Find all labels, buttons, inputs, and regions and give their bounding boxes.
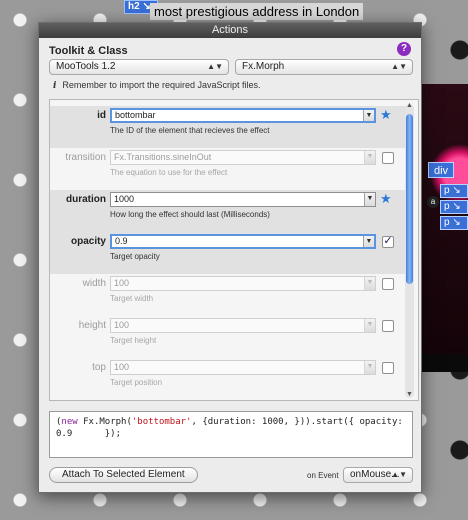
param-description: How long the effect should last (Millise…: [110, 210, 270, 219]
info-icon: i: [53, 81, 57, 91]
star-icon[interactable]: ★: [380, 191, 392, 207]
param-label: opacity: [70, 236, 106, 247]
p-tag-badge[interactable]: p ↘: [440, 184, 468, 198]
param-label: id: [97, 110, 106, 121]
param-row-duration: duration 1000 ▼ How long the effect should …: [50, 190, 406, 232]
dropdown-arrow-icon[interactable]: ▼: [364, 193, 375, 206]
param-transition-checkbox[interactable]: [382, 152, 394, 164]
updown-arrows-icon: ▲▼: [207, 62, 223, 71]
param-row-opacity: opacity 0.9 ▼ Target opacity ✓: [50, 232, 406, 274]
class-select[interactable]: Fx.Morph ▲▼: [235, 59, 413, 75]
scrollbar-thumb[interactable]: [406, 114, 413, 284]
star-icon[interactable]: ★: [380, 107, 392, 123]
param-description: The ID of the element that recieves the …: [110, 126, 270, 135]
dark-bar: [420, 354, 468, 372]
param-width-checkbox[interactable]: [382, 278, 394, 290]
param-row-top: top 100 ▼ Target position: [50, 358, 406, 400]
param-opacity-checkbox[interactable]: ✓: [382, 236, 394, 248]
section-title: Toolkit & Class: [49, 45, 128, 57]
div-tag-badge[interactable]: div: [428, 162, 454, 178]
event-select[interactable]: onMouse... ▲▼: [343, 467, 413, 483]
scroll-up-icon[interactable]: ▲: [405, 102, 414, 109]
param-width-input[interactable]: 100 ▼: [110, 276, 376, 291]
p-tag-badge[interactable]: p ↘: [440, 216, 468, 230]
param-row-id: id bottombar ▼ The ID of the element that r…: [50, 106, 406, 148]
dropdown-arrow-icon[interactable]: ▼: [364, 319, 375, 332]
dropdown-arrow-icon[interactable]: ▼: [364, 151, 375, 164]
param-label: duration: [66, 194, 106, 205]
param-description: The equation to use for the effect: [110, 168, 228, 177]
param-label: height: [78, 320, 106, 331]
dropdown-arrow-icon[interactable]: ▼: [363, 110, 374, 121]
param-description: Target opacity: [110, 252, 160, 261]
updown-arrows-icon: ▲▼: [391, 62, 407, 71]
attach-button[interactable]: Attach To Selected Element: [49, 467, 198, 483]
dropdown-arrow-icon[interactable]: ▼: [364, 361, 375, 374]
param-description: Target position: [110, 378, 163, 387]
param-row-width: width 100 ▼ Target width: [50, 274, 406, 316]
param-description: Target width: [110, 294, 154, 303]
param-duration-input[interactable]: 1000 ▼: [110, 192, 376, 207]
param-top-input[interactable]: 100 ▼: [110, 360, 376, 375]
param-label: top: [92, 362, 106, 373]
import-note: i Remember to import the required JavaScr…: [53, 80, 261, 91]
actions-dialog: Actions Toolkit & Class ? MooTools 1.2 ▲▼…: [38, 22, 422, 493]
dropdown-arrow-icon[interactable]: ▼: [363, 236, 374, 247]
dialog-title: Actions: [39, 23, 421, 38]
param-id-input[interactable]: bottombar ▼: [110, 108, 376, 123]
anchor-marker-icon: a: [427, 196, 439, 208]
param-label: width: [82, 278, 106, 289]
param-opacity-input[interactable]: 0.9 ▼: [110, 234, 376, 249]
dropdown-arrow-icon[interactable]: ▼: [364, 277, 375, 290]
param-row-transition: transition Fx.Transitions.sineInOut ▼ The e…: [50, 148, 406, 190]
param-height-input[interactable]: 100 ▼: [110, 318, 376, 333]
param-description: Target height: [110, 336, 157, 345]
parameters-panel: id bottombar ▼ The ID of the element that r…: [49, 99, 419, 401]
code-preview[interactable]: (new Fx.Morph('bottombar', {duration: 10…: [49, 411, 413, 458]
help-icon[interactable]: ?: [397, 42, 411, 56]
param-row-height: height 100 ▼ Target height: [50, 316, 406, 358]
toolkit-select[interactable]: MooTools 1.2 ▲▼: [49, 59, 229, 75]
event-label: on Event: [307, 471, 339, 480]
param-height-checkbox[interactable]: [382, 320, 394, 332]
scroll-down-icon[interactable]: ▼: [405, 391, 414, 398]
param-top-checkbox[interactable]: [382, 362, 394, 374]
background-headline: most prestigious address in London: [150, 3, 364, 20]
param-transition-input[interactable]: Fx.Transitions.sineInOut ▼: [110, 150, 376, 165]
updown-arrows-icon: ▲▼: [391, 470, 407, 479]
param-label: transition: [65, 152, 106, 163]
p-tag-badge[interactable]: p ↘: [440, 200, 468, 214]
vertical-scrollbar[interactable]: ▲ ▼: [405, 102, 414, 398]
